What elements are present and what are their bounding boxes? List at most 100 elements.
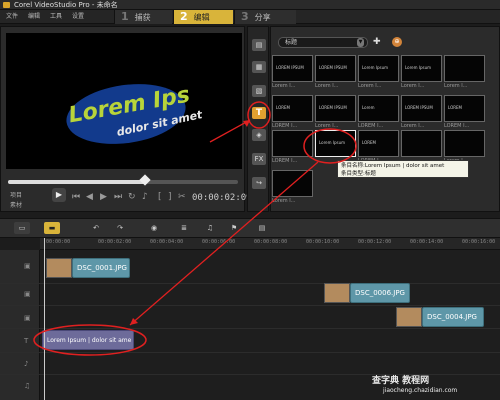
music-track-icon[interactable]: ♫ [24, 382, 30, 390]
audio-icon[interactable]: ♫ [202, 222, 218, 234]
tooltip-name: 条目名称:Lorem Ipsum | dolor sit amet [341, 163, 445, 169]
step-number: 3 [241, 10, 249, 23]
step-capture-tab[interactable]: 1 捕获 [114, 10, 172, 24]
video-clip[interactable]: DSC_0001.JPG [72, 258, 130, 278]
track-divider [0, 328, 500, 329]
record-icon[interactable]: ◉ [146, 222, 162, 234]
thumbnail-label: LOREM I... [444, 123, 470, 129]
menu-tools[interactable]: 工具 [50, 10, 62, 24]
repeat-icon[interactable]: ↻ [128, 192, 136, 202]
instant-project-icon[interactable]: ▦ [252, 61, 266, 73]
title-thumbnail[interactable]: LOREM [272, 95, 313, 122]
window-title: Corel VideoStudio Pro - 未命名 [14, 1, 118, 9]
title-thumbnail[interactable]: LOREM [358, 130, 399, 157]
clip-thumbnail [46, 258, 72, 278]
menu-settings[interactable]: 设置 [72, 10, 84, 24]
title-category-icon[interactable]: T [252, 107, 266, 119]
title-clip[interactable]: Lorem Ipsum | dolor sit ame [42, 330, 134, 350]
split-icon[interactable]: ✂ [178, 192, 186, 202]
step-number: 1 [121, 10, 129, 23]
mode-project-label[interactable]: 项目 [10, 190, 22, 199]
clip-thumbnail [324, 283, 350, 303]
title-thumbnail[interactable]: LOREM IPSUM [272, 55, 313, 82]
graphic-icon[interactable]: ◈ [252, 129, 266, 141]
thumbnail-label: LOREM I... [272, 158, 298, 164]
ruler-tick-label: 00:00:16:00 [462, 239, 496, 245]
thumbnail-label: Lorem I... [272, 198, 296, 204]
media-icon[interactable]: ▤ [252, 39, 266, 51]
ruler-tick-label: 00:00:08:00 [254, 239, 288, 245]
title-thumbnail[interactable]: Lorem Ipsum [315, 130, 356, 157]
preview-screen[interactable]: Lorem Ips dolor sit amet [6, 33, 242, 169]
overlay-track-icon[interactable]: ▣ [24, 290, 31, 298]
title-track-icon[interactable]: T [24, 337, 28, 345]
ruler-tick-label: 00:00:00 [46, 239, 71, 245]
title-thumbnail[interactable] [272, 170, 313, 197]
overlay-clip[interactable]: DSC_0006.JPG [350, 283, 410, 303]
title-thumbnail[interactable] [444, 55, 485, 82]
title-thumbnail[interactable] [444, 130, 485, 157]
mode-clip-label[interactable]: 素材 [10, 200, 22, 209]
thumbnail-label: Lorem I... [315, 83, 339, 89]
step-label: 捕获 [134, 13, 151, 22]
playhead[interactable] [44, 238, 45, 400]
go-start-icon[interactable]: ⏮ [72, 192, 80, 202]
timecode-display[interactable]: 00:00:02:09 [192, 193, 252, 203]
thumbnail-label: LOREM I... [358, 123, 384, 129]
title-thumbnail[interactable]: Lorem Ipsum [358, 55, 399, 82]
step-label: 分享 [254, 13, 271, 22]
library-category-dropdown[interactable]: 标题 ▼ [278, 37, 368, 48]
title-thumbnail[interactable]: Lorem [358, 95, 399, 122]
mixer-icon[interactable]: ≣ [176, 222, 192, 234]
play-button[interactable]: ▶ [52, 188, 66, 202]
transition-icon[interactable]: ▧ [252, 85, 266, 97]
mark-in-icon[interactable]: [ [158, 192, 162, 202]
title-thumbnail[interactable] [401, 130, 442, 157]
thumbnail-text: Lorem [362, 105, 375, 110]
voice-track-icon[interactable]: ♪ [24, 360, 28, 368]
clip-thumbnail [396, 307, 422, 327]
thumbnail-text: LOREM IPSUM [405, 105, 433, 110]
path-icon[interactable]: ↪ [252, 177, 266, 189]
overlay-track-icon[interactable]: ▣ [24, 314, 31, 322]
title-thumbnail[interactable]: Lorem Ipsum [401, 55, 442, 82]
storyboard-view-button[interactable]: ▭ [14, 222, 30, 234]
ruler-tick-label: 00:00:04:00 [150, 239, 184, 245]
title-thumbnail[interactable]: LOREM [444, 95, 485, 122]
step-number: 2 [180, 10, 188, 23]
undo-icon[interactable]: ↶ [88, 222, 104, 234]
mark-out-icon[interactable]: ] [168, 192, 172, 202]
menu-edit[interactable]: 编辑 [28, 10, 40, 24]
volume-icon[interactable]: ♪ [142, 192, 148, 202]
tooltip-type: 条目类型:标题 [341, 171, 376, 177]
overlay-clip[interactable]: DSC_0004.JPG [422, 307, 484, 327]
chapter-icon[interactable]: ⚑ [226, 222, 242, 234]
dropdown-value: 标题 [285, 39, 298, 46]
menu-icon[interactable]: ▤ [254, 222, 270, 234]
info-icon[interactable]: ⊕ [392, 37, 402, 47]
thumbnail-label: Lorem I... [358, 83, 382, 89]
go-end-icon[interactable]: ⏭ [114, 192, 122, 202]
step-share-tab[interactable]: 3 分享 [234, 10, 296, 24]
add-folder-icon[interactable]: ✚ [373, 37, 381, 47]
title-thumbnail[interactable]: LOREM IPSUM [315, 55, 356, 82]
title-thumbnail[interactable] [272, 130, 313, 157]
thumbnail-label: Lorem I... [315, 123, 339, 129]
menu-file[interactable]: 文件 [6, 10, 18, 24]
filter-icon[interactable]: FX [252, 153, 266, 165]
timeline-view-button[interactable]: ▬ [44, 222, 60, 234]
thumbnail-text: LOREM [276, 105, 290, 110]
thumbnail-text: LOREM IPSUM [319, 105, 347, 110]
step-edit-tab[interactable]: 2 编辑 [173, 10, 233, 24]
thumbnail-label: Lorem I... [444, 83, 468, 89]
title-thumbnail[interactable]: LOREM IPSUM [401, 95, 442, 122]
title-thumbnail[interactable]: LOREM IPSUM [315, 95, 356, 122]
track-divider [0, 352, 500, 353]
timeline-toolbar [0, 218, 500, 238]
prev-frame-icon[interactable]: ◀ [86, 192, 93, 202]
video-track-icon[interactable]: ▣ [24, 262, 31, 270]
thumbnail-label: Lorem I... [272, 83, 296, 89]
ruler-tick-label: 00:00:14:00 [410, 239, 444, 245]
next-frame-icon[interactable]: ▶ [100, 192, 107, 202]
redo-icon[interactable]: ↷ [112, 222, 128, 234]
